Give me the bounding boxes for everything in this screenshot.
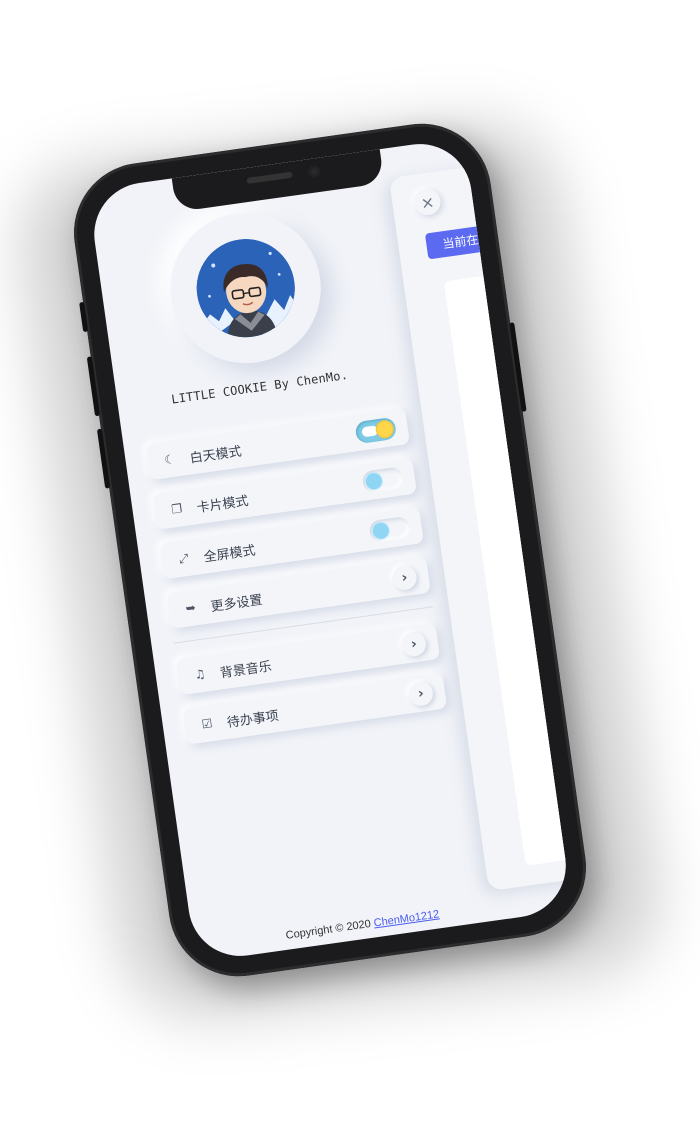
chevron-right-icon[interactable]: › xyxy=(407,680,435,708)
fullscreen-mode-toggle[interactable] xyxy=(368,515,412,544)
settings-menu: ☾ 白天模式 ❐ 卡片模式 ⤢ 全屏模式 ➥ 更多设置 › ♫ 背景音乐 › ☑… xyxy=(145,408,450,758)
sign-out-icon: ➥ xyxy=(184,600,197,616)
menu-item-label: 卡片模式 xyxy=(195,493,250,516)
checkbox-icon: ☑ xyxy=(200,716,214,732)
menu-item-label: 更多设置 xyxy=(209,592,264,615)
day-mode-toggle[interactable] xyxy=(354,416,398,445)
toggle-knob xyxy=(371,521,390,540)
music-icon: ♫ xyxy=(193,666,207,682)
copy-icon: ❐ xyxy=(170,501,184,517)
toggle-knob xyxy=(364,472,383,491)
menu-item-label: 背景音乐 xyxy=(219,658,273,681)
copyright-text: Copyright © 2020 xyxy=(284,917,375,942)
front-camera xyxy=(307,164,321,179)
menu-item-label: 全屏模式 xyxy=(202,542,257,566)
profile-tagline: LITTLE COOKIE By ChenMo. xyxy=(170,367,349,407)
author-link[interactable]: ChenMo1212 xyxy=(373,908,440,929)
speaker-grille xyxy=(246,171,293,184)
chevron-right-icon[interactable]: › xyxy=(391,564,419,592)
expand-icon: ⤢ xyxy=(177,550,190,566)
sun-icon xyxy=(375,420,394,439)
chevron-right-icon[interactable]: › xyxy=(400,630,428,658)
menu-item-label: 白天模式 xyxy=(188,443,243,467)
card-mode-toggle[interactable] xyxy=(361,466,405,494)
avatar[interactable] xyxy=(190,232,302,344)
menu-item-label: 待办事项 xyxy=(226,708,280,731)
moon-icon: ☾ xyxy=(163,451,177,468)
avatar-frame xyxy=(161,203,331,373)
close-icon[interactable]: × xyxy=(412,187,443,217)
avatar-illustration xyxy=(190,232,302,344)
